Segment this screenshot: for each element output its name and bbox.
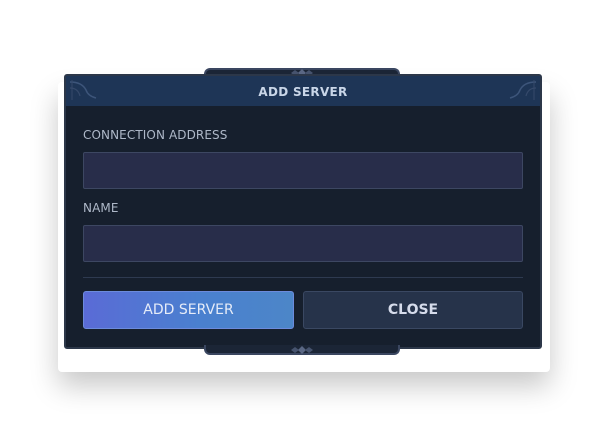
divider [83,277,523,278]
stage: ADD SERVER CONNECTION ADDRESS NAME ADD S… [0,0,592,444]
dialog-titlebar: ADD SERVER [66,76,540,106]
name-input[interactable] [83,225,523,262]
connection-address-label: CONNECTION ADDRESS [83,128,228,142]
close-button[interactable]: CLOSE [303,291,523,329]
dialog-title: ADD SERVER [258,85,348,99]
add-server-button[interactable]: ADD SERVER [83,291,294,329]
connection-address-input[interactable] [83,152,523,189]
name-label: NAME [83,201,119,215]
add-server-dialog: ADD SERVER CONNECTION ADDRESS NAME ADD S… [64,74,542,349]
bottom-decorative-tab [204,345,400,355]
diamond-ornament-icon [291,346,313,354]
